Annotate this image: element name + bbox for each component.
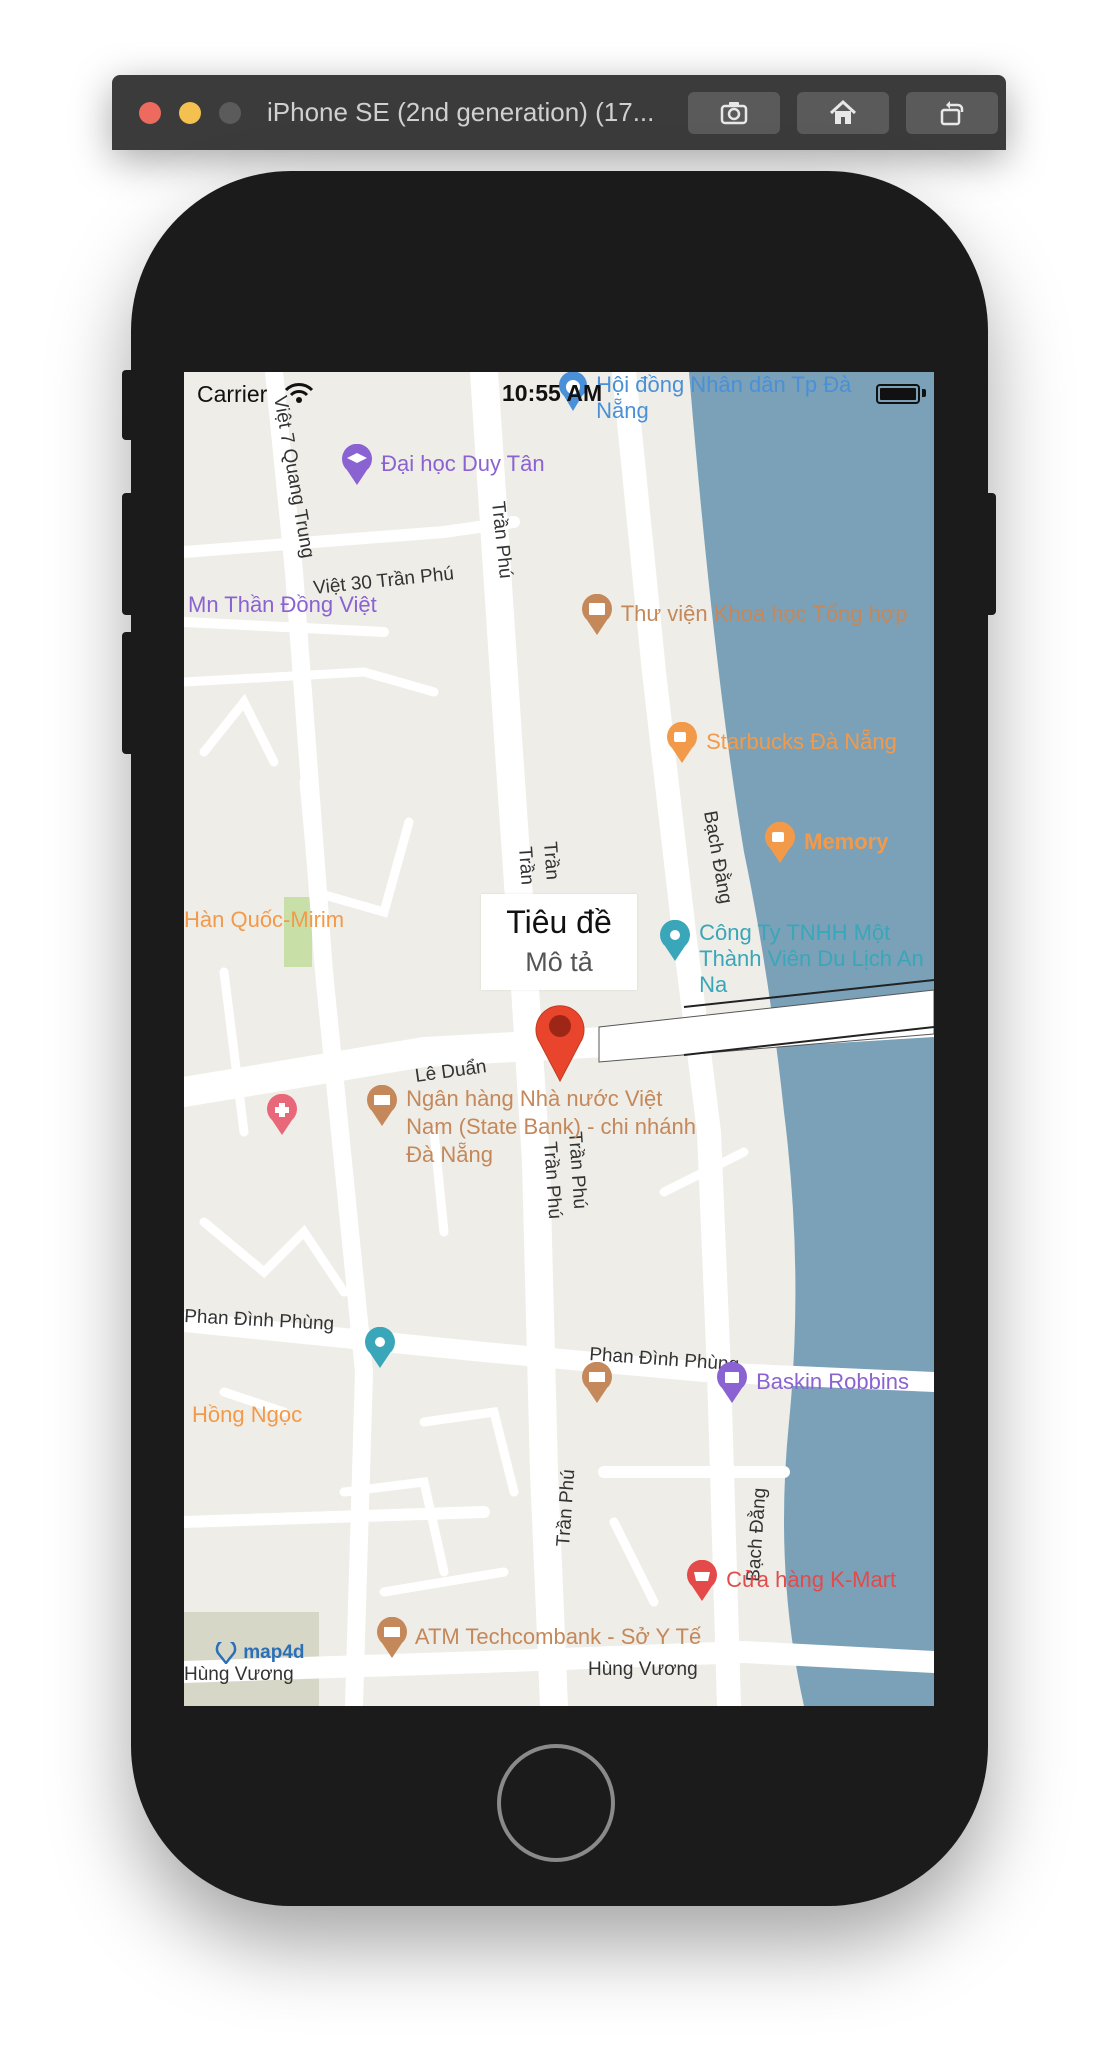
poi-mn-than-dong-viet[interactable]: Mn Thần Đồng Việt — [188, 592, 377, 618]
app-screen: Việt 7 Quang Trung Trần Phú Việt 30 Trần… — [184, 372, 934, 1706]
simulator-title: iPhone SE (2nd generation) (17... — [267, 97, 655, 127]
poi-atm-techcombank[interactable]: ATM Techcombank - Sở Y Tế — [374, 1617, 701, 1659]
place-icon — [365, 1327, 395, 1368]
street-label: Hùng Vương — [588, 1659, 698, 1680]
poi-starbucks[interactable]: Starbucks Đà Nẵng — [664, 722, 897, 764]
power-button — [982, 493, 996, 615]
street-label: Trần — [514, 846, 538, 886]
screenshot-button[interactable] — [688, 92, 780, 134]
battery-tip — [922, 389, 926, 397]
shop-icon — [717, 1362, 747, 1403]
camera-icon — [720, 102, 748, 125]
atm-marker[interactable] — [579, 1362, 615, 1404]
home-icon — [829, 99, 857, 124]
zoom-window-button[interactable] — [219, 102, 241, 124]
cafe-icon — [667, 722, 697, 763]
home-button[interactable] — [497, 1744, 615, 1862]
poi-memory[interactable]: Memory — [762, 822, 888, 864]
carrier-label: Carrier — [197, 381, 268, 407]
place-icon — [660, 920, 690, 961]
place-marker[interactable] — [362, 1327, 398, 1369]
callout-title: Tiêu đề — [506, 904, 612, 940]
basket-icon — [687, 1560, 717, 1601]
hospital-marker[interactable] — [264, 1094, 300, 1136]
poi-state-bank[interactable]: Ngân hàng Nhà nước Việt Nam (State Bank)… — [364, 1085, 706, 1169]
close-window-button[interactable] — [139, 102, 161, 124]
battery-icon — [876, 384, 920, 404]
wifi-icon — [284, 383, 314, 403]
rotate-icon — [940, 101, 964, 126]
poi-han-quoc-mirim[interactable]: Hàn Quốc-Mirim — [184, 907, 344, 933]
volume-up-button — [122, 493, 136, 615]
poi-hong-ngoc[interactable]: Hồng Ngọc — [192, 1402, 302, 1428]
poi-an-na-travel[interactable]: Công Ty TNHH Một Thành Viên Du Lịch An N… — [657, 920, 934, 998]
poi-duy-tan-university[interactable]: Đại học Duy Tân — [339, 444, 545, 486]
map-marker-pin-icon[interactable] — [532, 999, 588, 1083]
atm-icon — [377, 1617, 407, 1658]
home-toolbar-button[interactable] — [797, 92, 889, 134]
status-bar: Carrier 10:55 AM — [184, 372, 934, 412]
callout-subtitle: Mô tả — [525, 947, 593, 977]
map4d-logo: map4d — [214, 1638, 305, 1666]
street-label: Hùng Vương — [184, 1664, 294, 1685]
silent-switch — [122, 370, 136, 440]
rotate-button[interactable] — [906, 92, 998, 134]
atm-icon — [582, 1362, 612, 1403]
poi-baskin-robbins[interactable]: Baskin Robbins — [714, 1362, 909, 1404]
hospital-icon — [267, 1094, 297, 1135]
clock: 10:55 AM — [502, 380, 603, 406]
volume-down-button — [122, 632, 136, 754]
bank-icon — [367, 1085, 397, 1126]
poi-k-mart[interactable]: Cửa hàng K-Mart — [684, 1560, 896, 1602]
simulator-titlebar: iPhone SE (2nd generation) (17... — [112, 75, 1006, 150]
library-icon — [582, 594, 612, 635]
minimize-window-button[interactable] — [179, 102, 201, 124]
cafe-icon — [765, 822, 795, 863]
poi-library[interactable]: Thư viện Khoa học Tổng hợp — [579, 594, 908, 636]
map4d-pin-icon — [215, 1638, 237, 1666]
education-icon — [342, 444, 372, 485]
marker-callout[interactable]: Tiêu đề Mô tả — [481, 894, 637, 990]
street-label: Trần — [539, 841, 563, 881]
